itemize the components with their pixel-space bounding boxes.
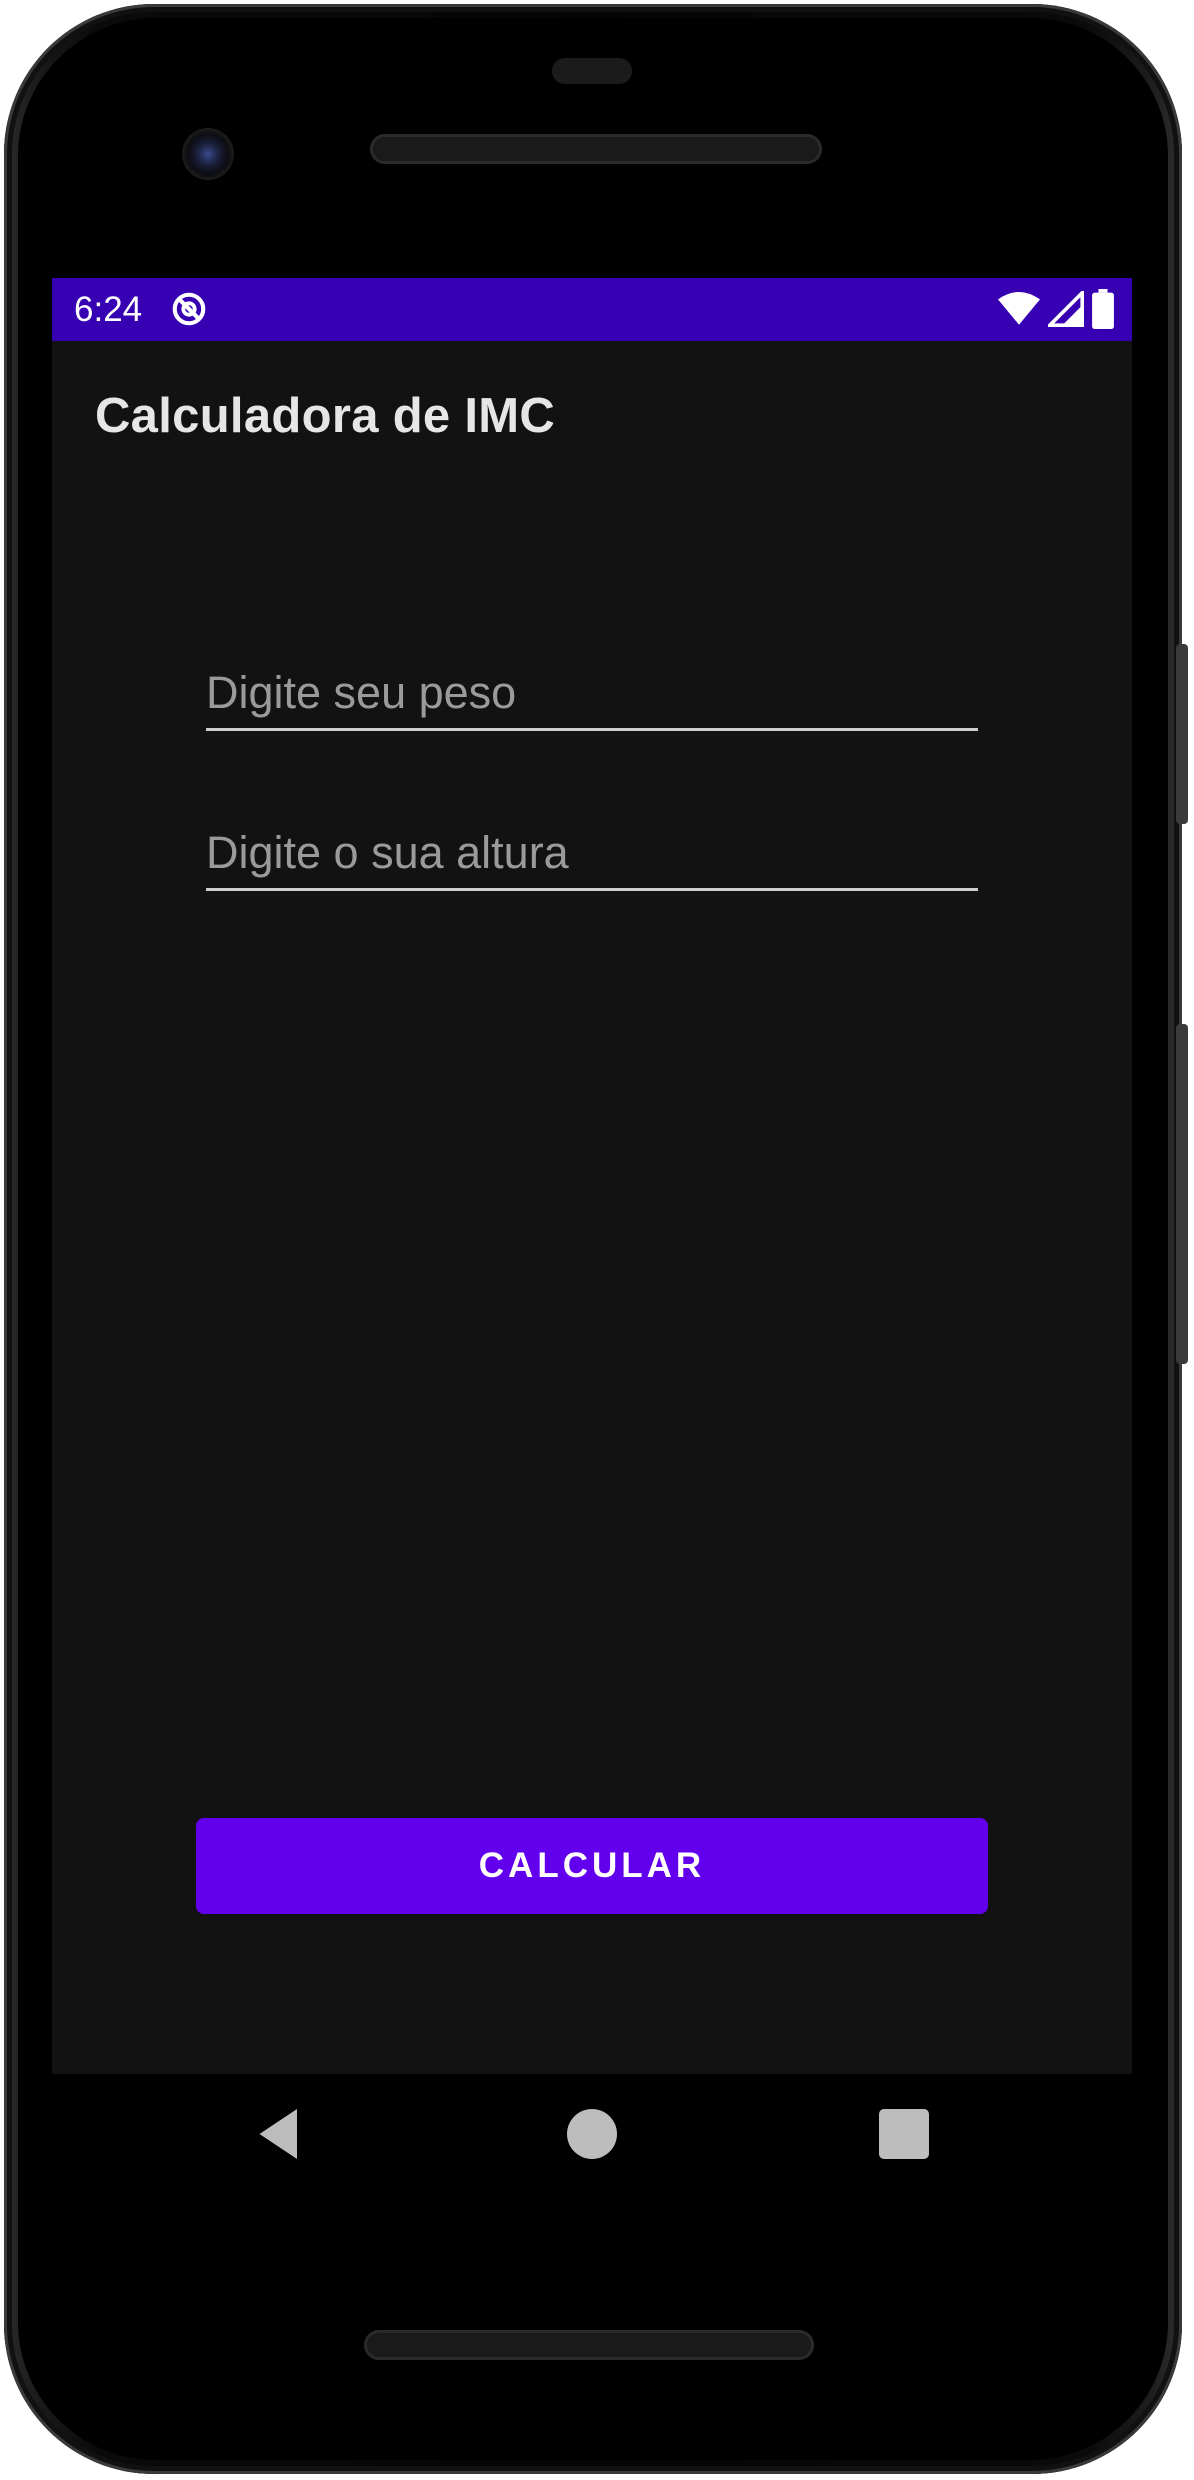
calculate-button[interactable]: CALCULAR xyxy=(196,1818,988,1914)
recents-icon[interactable] xyxy=(874,2104,934,2164)
page-title: Calculadora de IMC xyxy=(95,389,556,443)
weight-field[interactable] xyxy=(206,658,978,731)
back-icon[interactable] xyxy=(252,2104,312,2164)
wifi-icon xyxy=(998,291,1040,325)
status-icons xyxy=(998,288,1114,330)
front-camera xyxy=(182,128,234,180)
home-icon[interactable] xyxy=(562,2104,622,2164)
navigation-bar xyxy=(52,2074,1132,2198)
app-screen: 6:24 Calculadora de IMC CALCULAR xyxy=(52,278,1132,2074)
app-notification-icon xyxy=(172,292,206,326)
status-bar: 6:24 xyxy=(52,278,1132,341)
bottom-speaker xyxy=(364,2330,814,2360)
top-sensor xyxy=(552,58,632,84)
height-field[interactable] xyxy=(206,818,978,891)
volume-button xyxy=(1176,1024,1188,1364)
cellular-signal-icon xyxy=(1048,291,1084,327)
weight-input[interactable] xyxy=(206,658,978,728)
battery-icon xyxy=(1092,289,1114,329)
power-button xyxy=(1176,644,1188,824)
height-input[interactable] xyxy=(206,818,978,888)
top-speaker xyxy=(370,134,822,164)
status-time: 6:24 xyxy=(74,290,143,329)
